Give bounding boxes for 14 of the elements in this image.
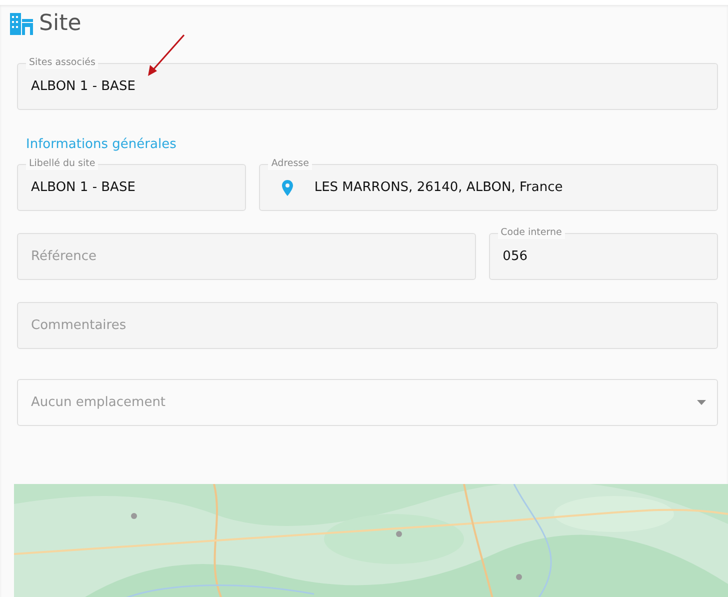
dropdown-caret-icon [697,400,706,405]
page-title: Site [39,11,82,36]
input-field[interactable]: Sites associés ALBON 1 - BASE [17,57,718,110]
field-label: Libellé du site [26,158,98,170]
input-field[interactable]: Code interne 056 [488,227,718,280]
field-label: Sites associés [26,57,98,69]
annotation-arrow [146,33,186,77]
input-field[interactable]: Adresse LES MARRONS, 26140, ALBON, France [259,158,718,211]
field-label: Code interne [498,227,565,239]
input-field[interactable]: Libellé du site ALBON 1 - BASE [17,158,246,211]
location-pin-icon [282,180,294,196]
field-label: Adresse [268,158,312,170]
section-heading: Informations générales [26,137,178,152]
building-icon [10,12,33,34]
